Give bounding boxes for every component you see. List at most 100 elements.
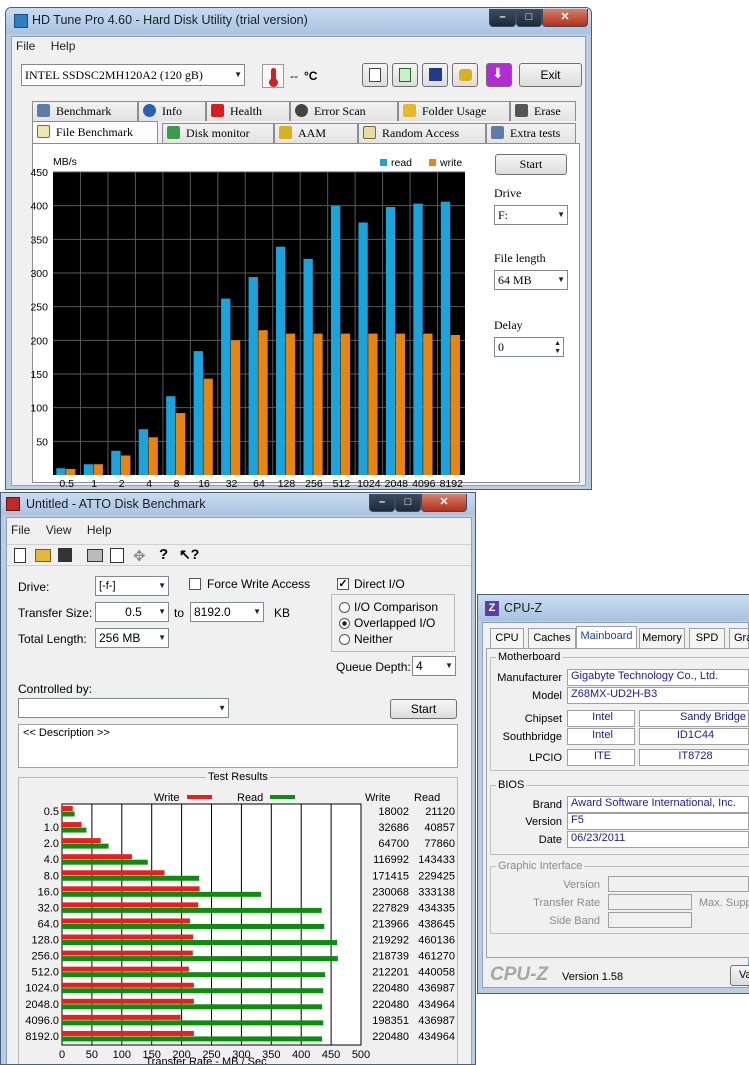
chevron-down-icon: ▼ <box>253 607 261 616</box>
tab-file-benchmark[interactable]: File Benchmark <box>32 121 158 143</box>
transfer-size-from-select[interactable]: 0.5 ▼ <box>95 602 169 622</box>
cpuz-logo: CPU-Z <box>490 964 549 985</box>
cpuz-titlebar[interactable]: Z CPU-Z <box>478 595 749 621</box>
bar-read <box>62 811 75 817</box>
queue-depth-select[interactable]: 4 ▼ <box>412 656 456 676</box>
force-write-checkbox[interactable] <box>189 578 201 590</box>
hdtune-title: HD Tune Pro 4.60 - Hard Disk Utility (tr… <box>32 13 308 27</box>
maximize-button[interactable]: □ <box>516 9 542 27</box>
tab-extra-tests[interactable]: Extra tests <box>486 123 576 143</box>
start-button[interactable]: Start <box>495 154 567 175</box>
save-icon[interactable] <box>58 548 72 562</box>
to-label: to <box>174 606 185 620</box>
write-value: 218739 <box>372 951 409 963</box>
tab-random-access[interactable]: Random Access <box>358 123 486 143</box>
chipset-name-value: Sandy Bridge <box>639 710 749 727</box>
write-value: 198351 <box>372 1015 409 1027</box>
cpuz-tab-memory[interactable]: Memory <box>639 628 685 648</box>
y-tick-label: 2048.0 <box>25 999 59 1011</box>
tab-disk-monitor[interactable]: Disk monitor <box>162 123 274 143</box>
overlapped-io-radio[interactable] <box>339 618 350 629</box>
total-length-select[interactable]: 256 MB ▼ <box>95 628 169 648</box>
new-file-icon[interactable] <box>14 548 26 563</box>
description-box[interactable]: << Description >> <box>18 724 458 768</box>
copy-icon[interactable] <box>362 63 388 87</box>
cpuz-title: CPU-Z <box>504 601 543 615</box>
y-tick-label: 350 <box>30 234 48 246</box>
options-icon[interactable] <box>452 63 478 87</box>
atto-minimize-button[interactable]: – <box>369 494 395 512</box>
transfer-size-label: Transfer Size: <box>18 606 93 620</box>
exit-button[interactable]: Exit <box>519 63 582 87</box>
tab-aam[interactable]: AAM <box>274 123 358 143</box>
chipset-vendor-value: Intel <box>567 710 635 727</box>
delay-spinner[interactable]: 0 ▲ ▼ <box>494 337 564 357</box>
read-value: 461270 <box>418 951 455 963</box>
move-icon[interactable]: ✥ <box>133 547 146 565</box>
print-preview-icon[interactable] <box>110 548 124 563</box>
drive-letter-select[interactable]: F: ▼ <box>494 205 568 225</box>
spinner-arrows-icon[interactable]: ▲ ▼ <box>554 339 561 355</box>
close-button[interactable]: ✕ <box>542 9 588 27</box>
controlled-by-select[interactable]: ▼ <box>18 698 229 718</box>
context-help-icon[interactable]: ↖? <box>179 546 199 563</box>
cpuz-tab-cpu[interactable]: CPU <box>490 628 524 648</box>
drive-select[interactable]: INTEL SSDSC2MH120A2 (120 gB) ▼ <box>21 64 245 86</box>
download-icon[interactable]: ⬇ <box>486 63 512 87</box>
atto-start-button[interactable]: Start <box>390 699 457 719</box>
cpuz-tab-graphics[interactable]: Gra <box>729 628 749 648</box>
x-tick-label: 0 <box>59 1049 65 1061</box>
bar-write <box>62 1014 181 1020</box>
help-icon[interactable]: ? <box>159 546 168 563</box>
bar-read <box>440 201 451 476</box>
cpuz-tab-spd[interactable]: SPD <box>689 628 725 648</box>
io-comparison-radio[interactable] <box>339 602 350 613</box>
save-icon[interactable] <box>422 63 448 87</box>
minimize-button[interactable]: – <box>489 9 516 27</box>
magnifier-icon <box>295 104 308 117</box>
gi-side-band-label: Side Band <box>549 915 600 927</box>
lpcio-name-value: IT8728 <box>639 749 749 766</box>
bar-write <box>203 378 213 475</box>
transfer-size-to-select[interactable]: 8192.0 ▼ <box>190 602 264 622</box>
read-value: 440058 <box>418 967 455 979</box>
file-length-select[interactable]: 64 MB ▼ <box>494 270 568 290</box>
total-length-label: Total Length: <box>18 632 87 646</box>
atto-menu-file[interactable]: File <box>11 523 30 537</box>
menu-help[interactable]: Help <box>51 39 76 53</box>
tab-folder-usage[interactable]: Folder Usage <box>398 101 510 121</box>
open-folder-icon[interactable] <box>35 549 51 562</box>
y-tick-label: 1.0 <box>44 822 59 834</box>
tab-health[interactable]: Health <box>206 101 290 121</box>
atto-close-button[interactable]: ✕ <box>421 494 467 512</box>
bar-write <box>450 334 460 475</box>
cpuz-tab-mainboard[interactable]: Mainboard <box>576 626 637 649</box>
copy-all-icon[interactable] <box>392 63 418 87</box>
x-tick-label: 8192 <box>440 478 464 487</box>
validate-button[interactable]: Va <box>730 965 749 986</box>
bar-read <box>62 907 322 913</box>
x-tick-label: 1 <box>91 478 97 487</box>
neither-radio[interactable] <box>339 634 350 645</box>
tab-benchmark[interactable]: Benchmark <box>32 101 138 121</box>
version-value: F5 <box>567 813 749 830</box>
tab-erase[interactable]: Erase <box>510 101 576 121</box>
x-tick-label: 8 <box>174 478 180 487</box>
menu-file[interactable]: File <box>16 39 35 53</box>
print-icon[interactable] <box>87 549 103 562</box>
hdtune-titlebar[interactable]: HD Tune Pro 4.60 - Hard Disk Utility (tr… <box>6 8 591 34</box>
bar-write <box>62 918 190 924</box>
direct-io-checkbox[interactable]: ✓ <box>337 578 349 590</box>
chevron-down-icon: ▼ <box>557 210 565 219</box>
atto-drive-select[interactable]: [-f-] ▼ <box>95 576 169 596</box>
atto-menu-help[interactable]: Help <box>87 523 112 537</box>
cpuz-tab-caches[interactable]: Caches <box>528 628 576 648</box>
neither-label: Neither <box>354 632 393 646</box>
atto-menu-view[interactable]: View <box>46 523 72 537</box>
tab-info[interactable]: Info <box>138 101 206 121</box>
tab-error-scan[interactable]: Error Scan <box>290 101 398 121</box>
atto-maximize-button[interactable]: □ <box>395 494 421 512</box>
write-value: 230068 <box>372 886 409 898</box>
bar-write <box>62 902 199 908</box>
atto-titlebar[interactable]: Untitled - ATTO Disk Benchmark – □ ✕ <box>1 493 475 515</box>
